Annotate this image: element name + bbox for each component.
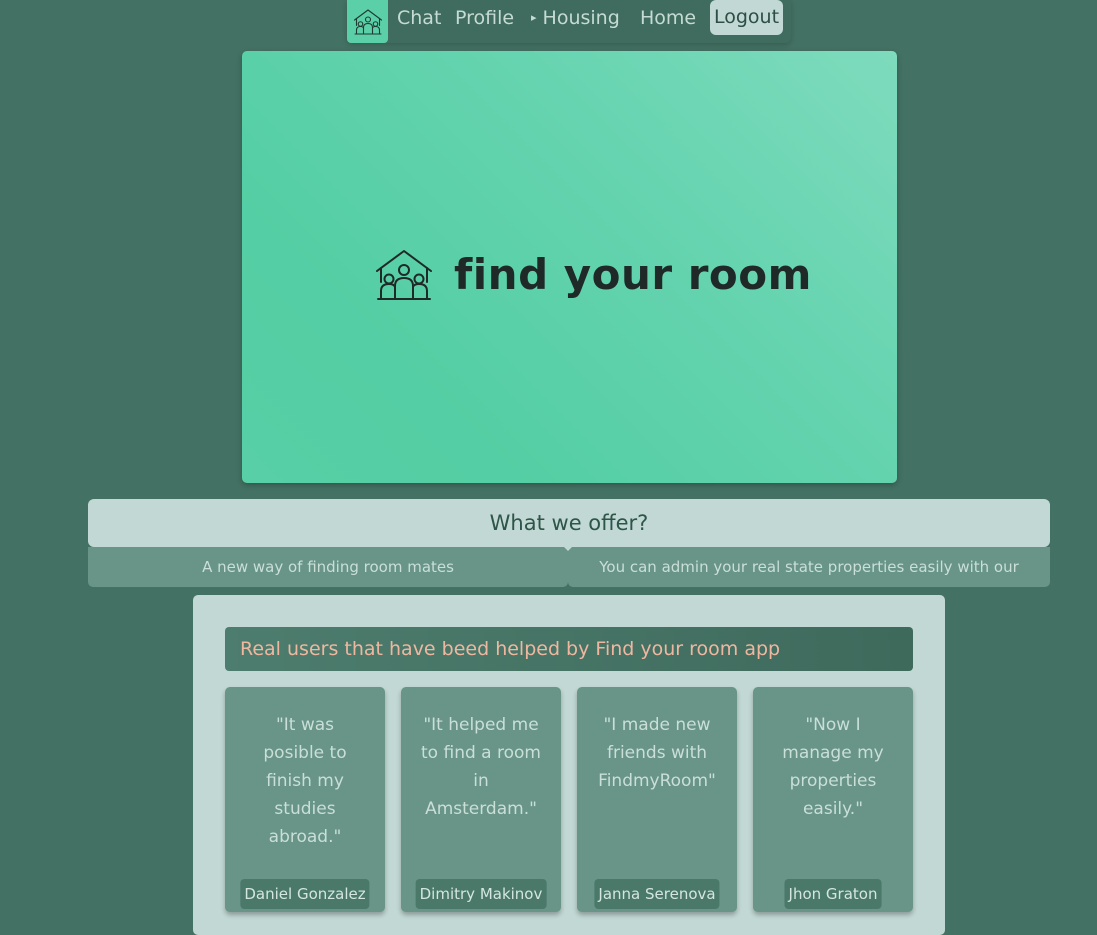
- offer-item-properties: You can admin your real state properties…: [568, 547, 1050, 616]
- caret-right-icon: ▸: [531, 11, 537, 24]
- hero-brand: find your room: [374, 247, 812, 303]
- hero-banner: find your room: [242, 51, 897, 483]
- testimonial-quote: "It helped me to find a room in Amsterda…: [421, 715, 541, 819]
- testimonial-card: "It was posible to finish my studies abr…: [225, 687, 385, 912]
- house-people-icon: [376, 250, 432, 300]
- nav-home-logo[interactable]: [347, 0, 388, 43]
- house-people-icon: [353, 8, 382, 35]
- testimonial-card: "It helped me to find a room in Amsterda…: [401, 687, 561, 912]
- offer-item-roommates: A new way of finding room mates: [88, 547, 568, 587]
- nav-item-housing-label: Housing: [542, 7, 620, 29]
- testimonial-quote: "Now I manage my properties easily.": [782, 715, 884, 819]
- testimonial-card: "I made new friends with FindmyRoom" Jan…: [577, 687, 737, 912]
- testimonial-card: "Now I manage my properties easily." Jho…: [753, 687, 913, 912]
- hero-title: find your room: [454, 250, 812, 299]
- nav-item-home[interactable]: Home: [640, 5, 696, 31]
- testimonial-author: Jhon Graton: [784, 879, 882, 909]
- testimonials-heading: Real users that have beed helped by Find…: [225, 627, 913, 671]
- top-nav: Chat Profile ▸ Housing Home Logout: [347, 0, 791, 43]
- testimonial-author: Dimitry Makinov: [415, 879, 547, 909]
- testimonials-panel: Real users that have beed helped by Find…: [193, 595, 945, 935]
- nav-item-housing[interactable]: ▸ Housing: [531, 5, 620, 31]
- offer-heading[interactable]: What we offer?: [88, 499, 1050, 547]
- testimonial-author: Daniel Gonzalez: [240, 879, 370, 909]
- logout-button[interactable]: Logout: [710, 0, 783, 35]
- nav-item-chat[interactable]: Chat: [397, 5, 441, 31]
- nav-item-profile[interactable]: Profile: [455, 5, 514, 31]
- offer-pointer: [564, 547, 572, 551]
- testimonial-quote: "I made new friends with FindmyRoom": [598, 715, 716, 791]
- testimonial-quote: "It was posible to finish my studies abr…: [263, 715, 347, 847]
- testimonial-author: Janna Serenova: [594, 879, 720, 909]
